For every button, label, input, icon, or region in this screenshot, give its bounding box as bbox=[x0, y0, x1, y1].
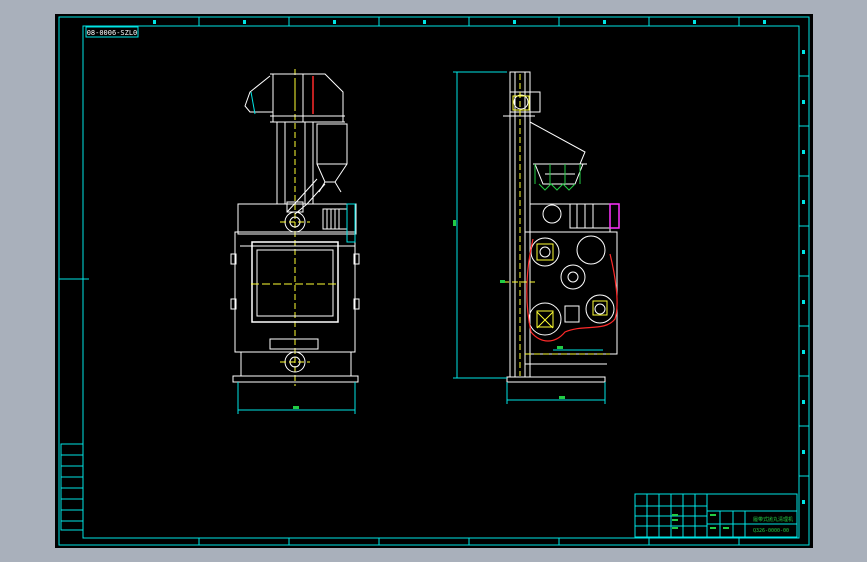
drawing-number-text: Q326-0000-00 bbox=[753, 528, 789, 534]
drawing-canvas: 08-0006-SZL0 履带式抛丸清理机 Q326-0000-00 bbox=[58, 16, 810, 546]
drawing-code-box: 08-0006-SZL0 bbox=[85, 26, 139, 38]
drawing-code-text: 08-0006-SZL0 bbox=[87, 29, 138, 37]
drawing-title-text: 履带式抛丸清理机 bbox=[753, 516, 793, 523]
side-view bbox=[453, 71, 620, 404]
cad-viewport[interactable]: 08-0006-SZL0 履带式抛丸清理机 Q326-0000-00 bbox=[55, 14, 813, 548]
front-view bbox=[230, 69, 360, 414]
sheet-frame bbox=[58, 16, 810, 546]
